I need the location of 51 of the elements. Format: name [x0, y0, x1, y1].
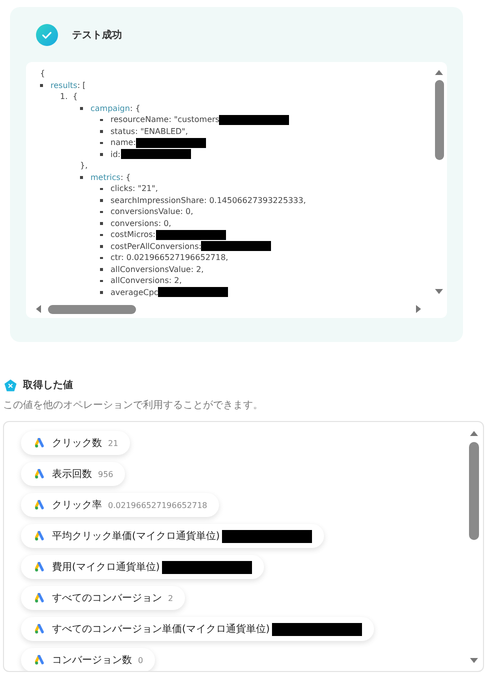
ads-logo-icon [35, 655, 46, 665]
code-line: status: "ENABLED", [110, 126, 188, 136]
scroll-right-icon[interactable] [415, 304, 423, 314]
result-title: テスト成功 [72, 28, 122, 42]
code-line: conversions: 0, [110, 218, 172, 228]
code-line: allConversionsValue: 2, [110, 264, 204, 274]
code-line: { [72, 92, 78, 102]
code-line: metrics: { [90, 172, 131, 182]
scroll-down-icon[interactable] [434, 288, 444, 296]
list-number: 1. [60, 92, 68, 102]
code-line: name: [110, 138, 136, 148]
value-chip[interactable]: コンバージョン数 0 [21, 648, 156, 671]
value-chip[interactable]: クリック率 0.021966527196652718 [21, 493, 220, 517]
code-line: conversionsValue: 0, [110, 207, 194, 216]
code-line: ctr: 0.021966527196652718, [110, 253, 228, 262]
scrollbar-thumb[interactable] [434, 80, 444, 160]
code-line: costPerAllConversions: [110, 242, 202, 251]
code-line: campaign: { [90, 104, 140, 113]
scroll-left-icon[interactable] [34, 304, 42, 314]
badge-icon [4, 378, 17, 392]
ads-logo-icon [35, 469, 46, 479]
ads-logo-icon [35, 562, 46, 572]
code-line: searchImpressionShare: 0.14506627393225333, [110, 196, 306, 205]
ads-logo-icon [35, 531, 46, 541]
ads-logo-icon [35, 438, 46, 448]
section-description: この値を他のオペレーションで利用することができます。 [3, 398, 264, 412]
scrollbar-thumb[interactable] [469, 442, 479, 540]
code-line: costMicros: [110, 230, 156, 240]
success-check-icon [36, 24, 58, 46]
value-chip[interactable]: 費用(マイクロ通貨単位) [21, 555, 264, 579]
value-chip[interactable]: 表示回数 956 [21, 462, 126, 486]
code-line: allConversions: 2, [110, 276, 182, 286]
code-line: { [40, 69, 46, 78]
value-chip[interactable]: すべてのコンバージョン単価(マイクロ通貨単位) [21, 617, 374, 641]
code-line: resourceName: "customers [110, 115, 220, 124]
ads-logo-icon [35, 500, 46, 510]
value-chip[interactable]: クリック数 21 [21, 431, 130, 455]
scroll-up-icon[interactable] [469, 429, 479, 437]
section-title: 取得した値 [23, 378, 73, 392]
ads-logo-icon [35, 593, 46, 603]
code-line: averageCpc [110, 288, 158, 297]
scroll-up-icon[interactable] [434, 68, 444, 76]
scrollbar-thumb[interactable] [48, 304, 136, 314]
value-chip[interactable]: すべてのコンバージョン 2 [21, 586, 186, 610]
scroll-down-icon[interactable] [469, 657, 479, 665]
ads-logo-icon [35, 624, 46, 634]
value-chip[interactable]: 平均クリック単価(マイクロ通貨単位) [21, 524, 324, 548]
code-line: }, [80, 161, 88, 170]
code-line: results: [ [50, 80, 86, 90]
code-line: id: [110, 150, 120, 159]
code-line: clicks: "21", [110, 184, 158, 194]
